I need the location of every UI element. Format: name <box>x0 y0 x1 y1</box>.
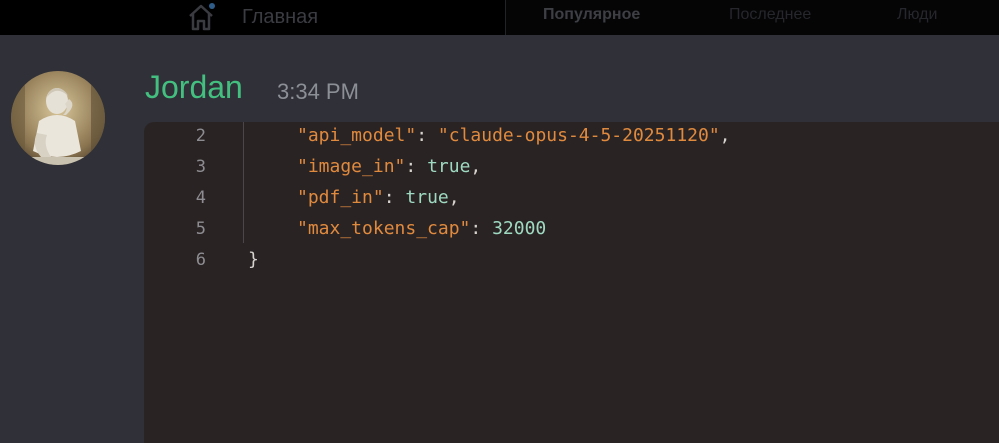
code-block: 2 "api_model": "claude-opus-4-5-20251120… <box>144 122 999 443</box>
code-line: 6 } <box>144 246 999 277</box>
avatar-statue-image <box>11 71 105 165</box>
code-content: "image_in": true, <box>297 156 481 177</box>
closing-brace: } <box>248 249 259 270</box>
json-separator: : <box>416 125 438 146</box>
json-key: "image_in" <box>297 156 406 177</box>
tab-recent[interactable]: Последнее <box>729 6 811 24</box>
top-navigation-bar: Главная Популярное Последнее Люди <box>0 0 999 35</box>
code-line: 5 "max_tokens_cap": 32000 <box>144 215 999 246</box>
feed-tabs: Популярное Последнее Люди <box>505 0 999 35</box>
avatar[interactable] <box>11 71 105 165</box>
json-comma: , <box>470 156 482 177</box>
message-author[interactable]: Jordan <box>145 69 243 106</box>
line-number: 2 <box>195 126 206 146</box>
line-number: 3 <box>195 157 206 177</box>
tab-popular[interactable]: Популярное <box>543 6 640 24</box>
code-line: 3 "image_in": true, <box>144 153 999 184</box>
json-comma: , <box>448 187 460 208</box>
code-content: "pdf_in": true, <box>297 187 460 208</box>
json-boolean-value: true <box>405 187 449 208</box>
tab-people[interactable]: Люди <box>897 6 937 24</box>
json-key: "max_tokens_cap" <box>297 218 471 239</box>
message-timestamp: 3:34 PM <box>277 79 359 104</box>
code-line: 2 "api_model": "claude-opus-4-5-20251120… <box>144 122 999 153</box>
line-number: 6 <box>195 250 206 270</box>
code-content: "max_tokens_cap": 32000 <box>297 218 546 239</box>
code-content: "api_model": "claude-opus-4-5-20251120", <box>297 125 731 146</box>
json-separator: : <box>470 218 493 239</box>
json-string-value: "claude-opus-4-5-20251120" <box>437 125 720 146</box>
json-boolean-value: true <box>427 156 471 177</box>
json-key: "pdf_in" <box>297 187 384 208</box>
code-line: 4 "pdf_in": true, <box>144 184 999 215</box>
json-comma: , <box>719 125 731 146</box>
json-separator: : <box>405 156 428 177</box>
json-number-value: 32000 <box>492 218 547 239</box>
json-key: "api_model" <box>297 125 417 146</box>
line-number: 5 <box>195 219 206 239</box>
line-number: 4 <box>195 188 206 208</box>
home-icon[interactable] <box>186 2 216 32</box>
json-separator: : <box>383 187 406 208</box>
home-nav-label[interactable]: Главная <box>242 6 318 29</box>
